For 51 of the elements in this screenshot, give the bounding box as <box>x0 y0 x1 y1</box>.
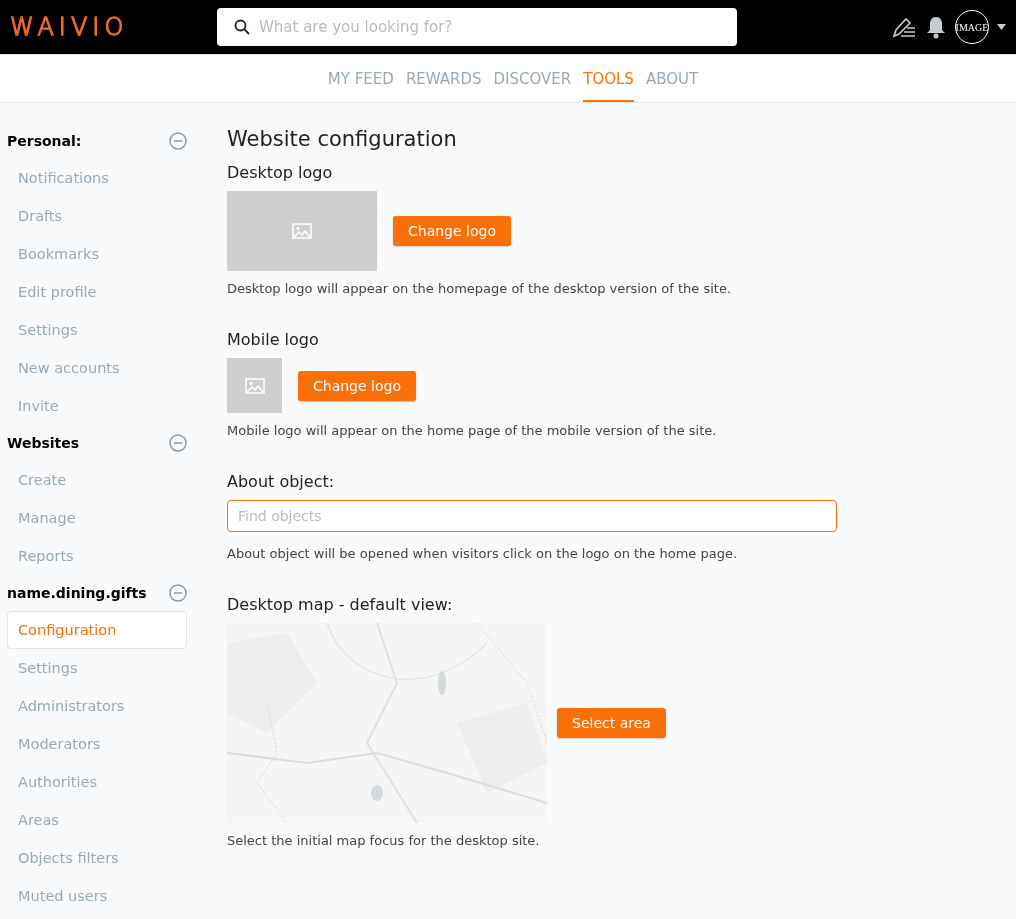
sidebar-item[interactable]: Settings <box>7 311 187 349</box>
search-icon <box>234 19 250 35</box>
pen-icon[interactable] <box>891 16 917 38</box>
bell-icon[interactable] <box>925 15 947 39</box>
caret-icon[interactable] <box>997 24 1006 30</box>
sidebar-item[interactable]: Administrators <box>7 687 187 725</box>
nav-tab[interactable]: ABOUT <box>645 55 699 102</box>
search-field[interactable]: What are you looking for? <box>217 8 737 46</box>
sidebar-item[interactable]: Bookmarks <box>7 235 187 273</box>
help-text: Desktop logo will appear on the homepage of the desktop version of the site. <box>227 281 732 296</box>
sidebar-item[interactable]: Moderators <box>7 725 187 763</box>
sidebar-item[interactable]: Areas <box>7 801 187 839</box>
sidebar-item[interactable]: Edit profile <box>7 273 187 311</box>
sidebar-item[interactable]: Muted users <box>7 877 187 915</box>
sidebar-item[interactable]: Notifications <box>7 159 187 197</box>
help-text: Mobile logo will appear on the home page of the mobile version of the site. <box>227 423 718 438</box>
group-title: Personal: <box>7 133 82 149</box>
group-title: Websites <box>7 435 80 451</box>
nav-tab[interactable]: DISCOVER <box>493 55 572 102</box>
sidebar-item[interactable]: Objects filters <box>7 839 187 877</box>
sidebar-item[interactable]: Drafts <box>7 197 187 235</box>
nav-tab[interactable]: TOOLS <box>583 55 634 102</box>
image-icon <box>292 223 312 239</box>
change-logo-button[interactable]: Change logo <box>298 370 416 401</box>
collapse-icon[interactable] <box>169 434 187 452</box>
help-text: About object will be opened when visitors click on the logo on the home page. <box>227 546 739 561</box>
section-heading: Desktop map - default view: <box>227 595 454 614</box>
sidebar-item[interactable]: Invite <box>7 387 187 425</box>
sidebar-item[interactable]: Manage <box>7 499 187 537</box>
sidebar-item[interactable]: Authorities <box>7 763 187 801</box>
section-heading: About object: <box>227 472 336 491</box>
help-text: Select the initial map focus for the desktop site. <box>227 833 541 848</box>
page-title: Website configuration <box>227 127 458 151</box>
change-logo-button[interactable]: Change logo <box>393 216 511 246</box>
collapse-icon[interactable] <box>169 584 187 602</box>
sidebar-item[interactable]: Configuration <box>7 611 187 649</box>
logo[interactable]: WAIVIO <box>10 15 217 39</box>
group-title: name.dining.gifts <box>7 585 147 601</box>
sidebar-item[interactable]: Settings <box>7 649 187 687</box>
select-area-button[interactable]: Select area <box>557 708 666 738</box>
nav-tab[interactable]: MY FEED <box>327 55 394 102</box>
sidebar-item[interactable]: Reports <box>7 537 187 575</box>
collapse-icon[interactable] <box>169 132 187 150</box>
sidebar-item[interactable]: New accounts <box>7 349 187 387</box>
nav-tab[interactable]: REWARDS <box>405 55 482 102</box>
sidebar-item[interactable]: Create <box>7 461 187 499</box>
image-icon <box>244 377 265 394</box>
search-field[interactable]: Find objects <box>227 500 837 532</box>
section-heading: Desktop logo <box>227 163 334 182</box>
avatar[interactable]: IMAGE <box>955 10 989 44</box>
section-heading: Mobile logo <box>227 330 320 349</box>
